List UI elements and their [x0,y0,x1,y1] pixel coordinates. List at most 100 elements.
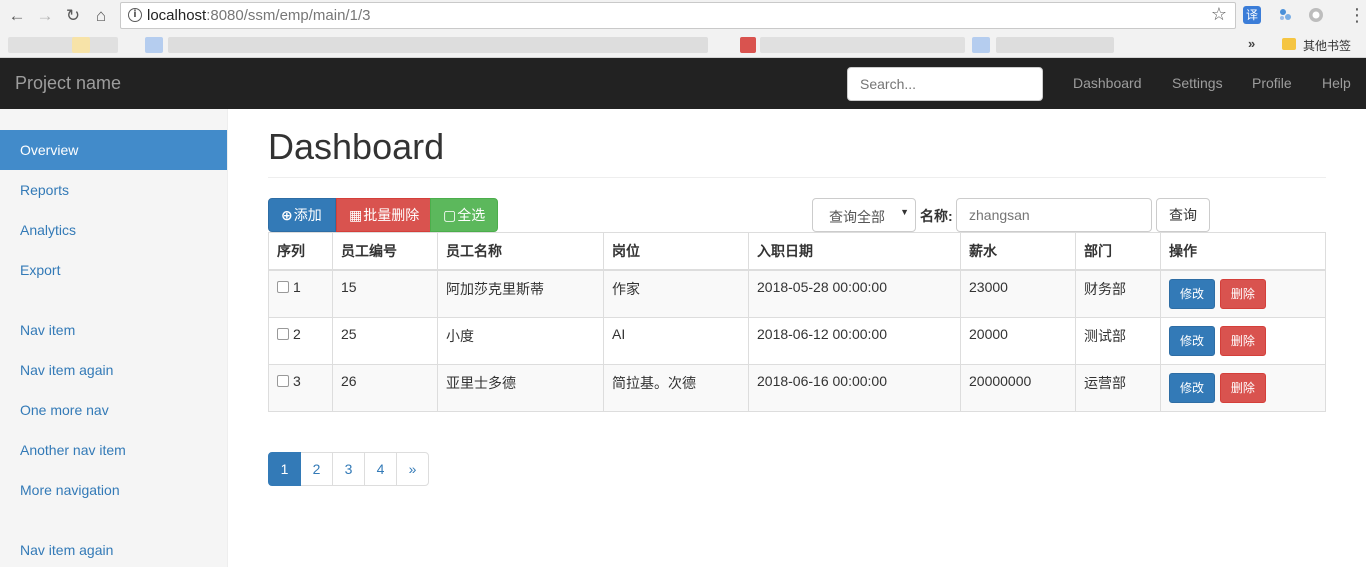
trash-icon: ▦ [349,207,363,223]
sidebar-item-more-navigation[interactable]: More navigation [0,470,227,510]
sidebar-item-analytics[interactable]: Analytics [0,210,227,250]
query-button[interactable]: 查询 [1156,198,1210,232]
title-divider [268,177,1326,178]
select-all-button[interactable]: ▢全选 [430,198,498,232]
edit-button[interactable]: 修改 [1169,326,1216,356]
top-navbar: Project name Dashboard Settings Profile … [0,58,1366,109]
delete-button[interactable]: 删除 [1219,326,1266,356]
query-scope-select[interactable]: 查询全部 ▼ [812,198,916,232]
col-header-actions: 操作 [1160,232,1326,271]
sidebar-item-export[interactable]: Export [0,250,227,290]
cell-index: 2 [268,317,333,365]
sidebar: Overview Reports Analytics Export Nav it… [0,109,228,567]
nav-link-profile[interactable]: Profile [1252,75,1292,91]
blurred-bookmark[interactable] [972,37,990,53]
back-arrow-icon[interactable]: ← [6,5,28,27]
cell-actions: 修改 删除 [1160,269,1326,318]
address-bar[interactable]: i localhost:8080/ssm/emp/main/1/3 ☆ [120,2,1236,29]
row-index: 3 [293,373,301,389]
select-all-label: 全选 [457,207,486,223]
blurred-bookmark[interactable] [8,37,118,53]
blurred-bookmark[interactable] [72,37,90,53]
bookmarks-bar: » 其他书签 [0,31,1366,58]
cell-salary: 23000 [960,269,1076,318]
profile-extension-icon[interactable] [1307,6,1325,24]
folder-icon [1282,38,1296,50]
sidebar-item-nav-item[interactable]: Nav item [0,310,227,350]
row-index: 2 [293,326,301,342]
page-link-3[interactable]: 3 [332,452,365,486]
page-link-4[interactable]: 4 [364,452,397,486]
cell-position: 作家 [603,269,749,318]
row-checkbox[interactable] [277,328,289,340]
cell-name: 小度 [437,317,604,365]
other-bookmarks[interactable]: 其他书签 [1303,37,1351,54]
forward-arrow-icon[interactable]: → [34,5,56,27]
nav-link-settings[interactable]: Settings [1172,75,1223,91]
table-header-row: 序列 员工编号 员工名称 岗位 入职日期 薪水 部门 操作 [268,232,1326,271]
col-header-salary: 薪水 [960,232,1076,271]
sidebar-item-another-nav-item[interactable]: Another nav item [0,430,227,470]
col-header-dept: 部门 [1075,232,1161,271]
cell-hire-date: 2018-06-16 00:00:00 [748,364,961,412]
cell-position: 简拉基。次德 [603,364,749,412]
search-input[interactable] [847,67,1043,101]
row-checkbox[interactable] [277,281,289,293]
name-search-input[interactable] [956,198,1152,232]
cell-emp-id: 15 [332,269,438,318]
nav-link-dashboard[interactable]: Dashboard [1073,75,1142,91]
name-label: 名称: [920,208,953,224]
sidebar-item-reports[interactable]: Reports [0,170,227,210]
cell-dept: 财务部 [1075,269,1161,318]
browser-menu-icon[interactable]: ⋮ [1348,3,1366,27]
col-header-position: 岗位 [603,232,749,271]
blurred-bookmark[interactable] [996,37,1114,53]
info-icon[interactable]: i [128,8,142,22]
cell-salary: 20000000 [960,364,1076,412]
pagination: 1 2 3 4 » [268,452,429,486]
sidebar-item-nav-item-again-2[interactable]: Nav item again [0,530,227,570]
home-icon[interactable]: ⌂ [90,5,112,27]
checkbox-icon: ▢ [443,207,457,223]
reload-icon[interactable]: ↻ [62,5,84,27]
edit-button[interactable]: 修改 [1169,279,1216,309]
sidebar-item-overview[interactable]: Overview [0,130,227,170]
delete-button[interactable]: 删除 [1219,279,1266,309]
url-host: localhost [147,7,207,24]
page-next-link[interactable]: » [396,452,429,486]
edit-button[interactable]: 修改 [1169,373,1216,403]
url-text[interactable]: localhost:8080/ssm/emp/main/1/3 [147,7,370,24]
cell-actions: 修改 删除 [1160,364,1326,412]
row-checkbox[interactable] [277,375,289,387]
delete-button[interactable]: 删除 [1219,373,1266,403]
nav-link-help[interactable]: Help [1322,75,1351,91]
blurred-bookmark[interactable] [740,37,756,53]
bookmarks-overflow-chevron-icon[interactable]: » [1248,36,1255,51]
extension-icon[interactable] [1276,6,1294,24]
sidebar-item-one-more-nav[interactable]: One more nav [0,390,227,430]
add-button[interactable]: ⊕添加 [268,198,336,232]
cell-emp-id: 25 [332,317,438,365]
brand[interactable]: Project name [15,73,121,94]
add-label: 添加 [293,207,322,223]
col-header-emp-id: 员工编号 [332,232,438,271]
col-header-name: 员工名称 [437,232,604,271]
page-link-2[interactable]: 2 [300,452,333,486]
cell-name: 阿加莎克里斯蒂 [437,269,604,318]
page-link-1[interactable]: 1 [268,452,301,486]
blurred-bookmark[interactable] [145,37,163,53]
blurred-bookmark[interactable] [760,37,965,53]
cell-dept: 测试部 [1075,317,1161,365]
batch-delete-label: 批量删除 [363,207,420,223]
blurred-bookmark[interactable] [168,37,708,53]
plus-circle-icon: ⊕ [281,207,293,223]
query-scope-value: 查询全部 [829,209,885,225]
cell-hire-date: 2018-06-12 00:00:00 [748,317,961,365]
translate-extension-icon[interactable]: 译 [1243,6,1261,24]
browser-toolbar: ← → ↻ ⌂ i localhost:8080/ssm/emp/main/1/… [0,0,1366,31]
sidebar-item-nav-item-again[interactable]: Nav item again [0,350,227,390]
cell-salary: 20000 [960,317,1076,365]
table-row: 1 15 阿加莎克里斯蒂 作家 2018-05-28 00:00:00 2300… [268,269,1326,318]
batch-delete-button[interactable]: ▦批量删除 [336,198,431,232]
bookmark-star-icon[interactable]: ☆ [1211,4,1227,25]
